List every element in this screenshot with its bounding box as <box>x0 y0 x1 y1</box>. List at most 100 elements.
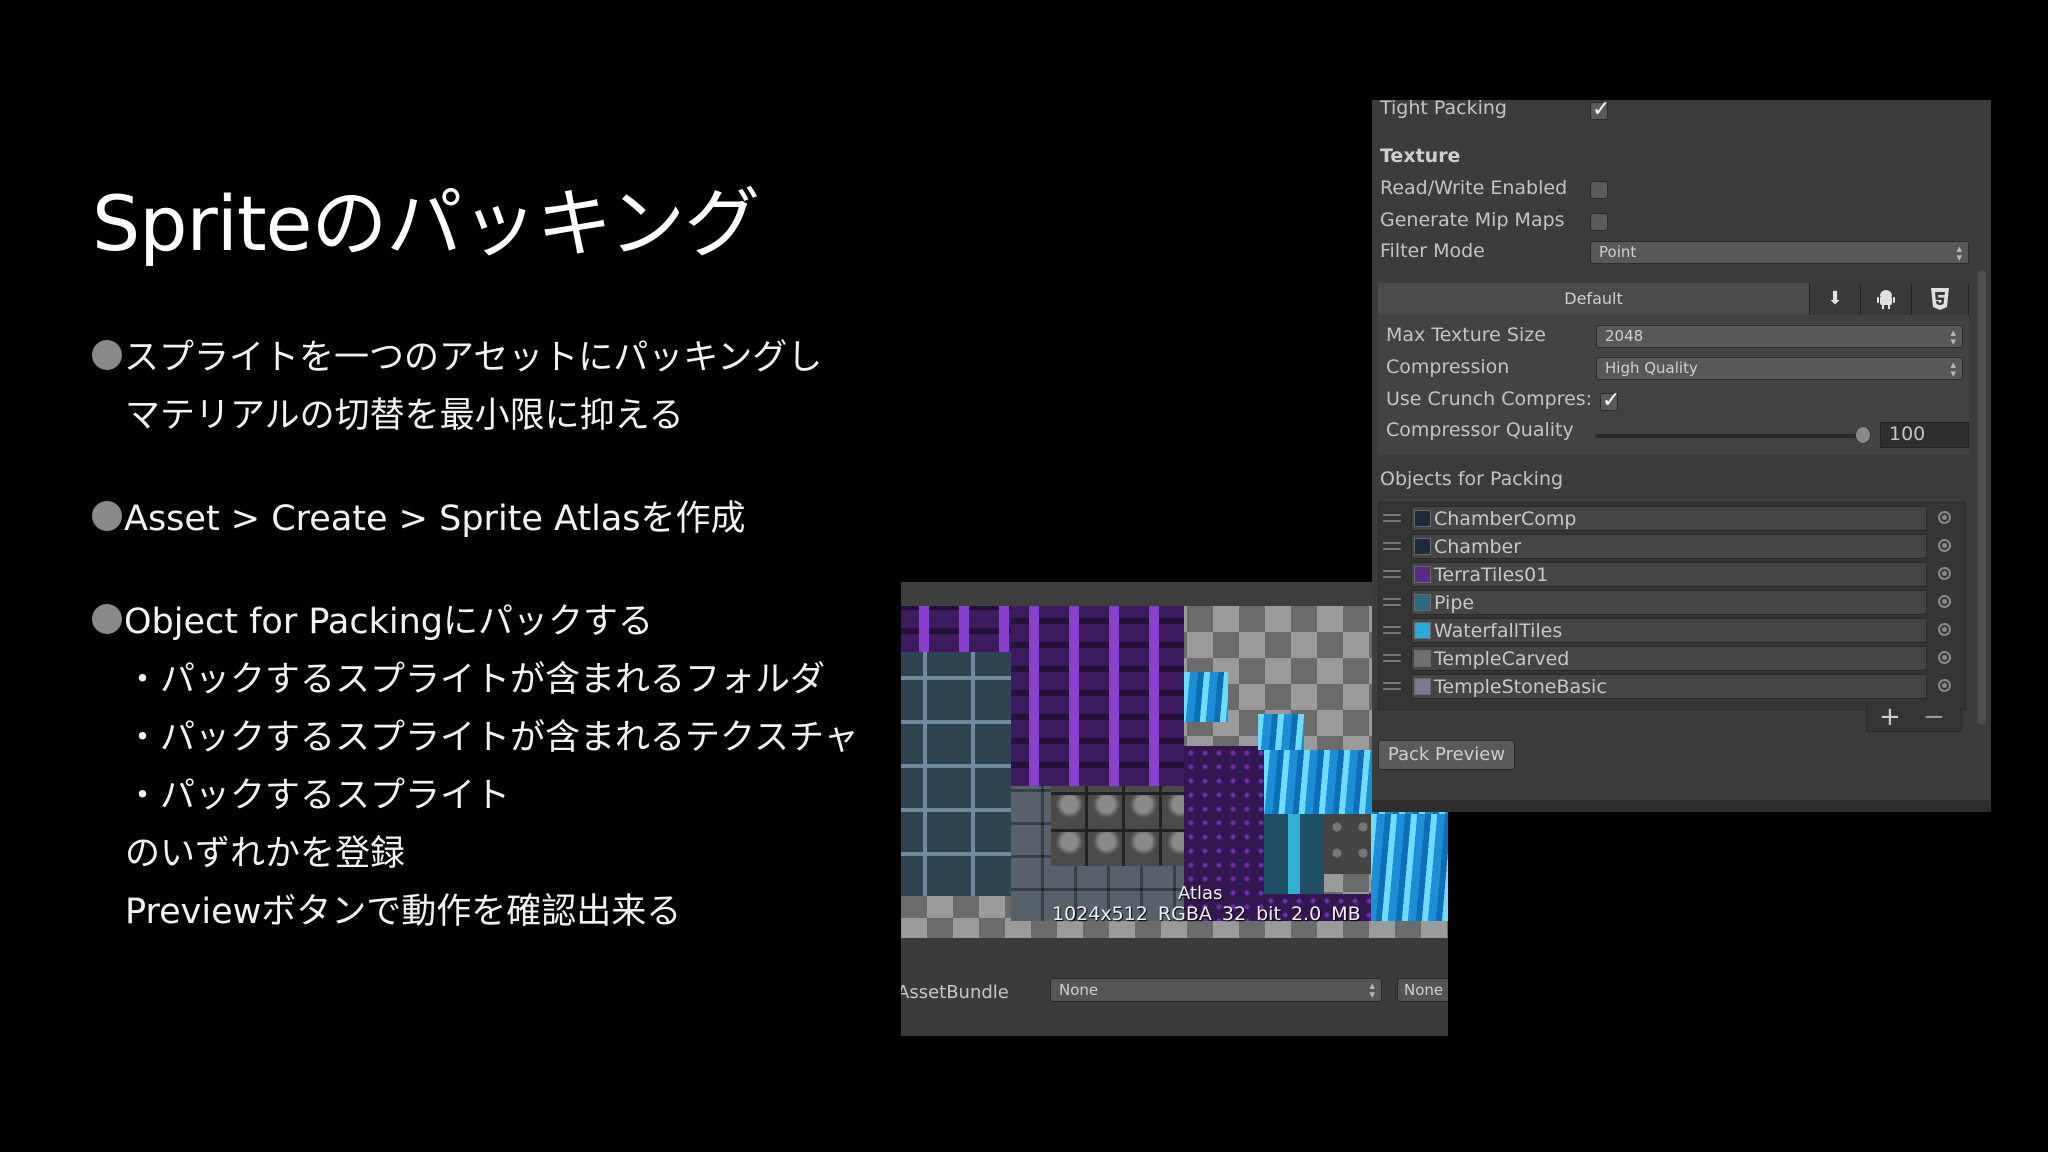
assetbundle-select[interactable]: None ▴ ▾ <box>1050 978 1382 1002</box>
sprite-atlas-inspector: Tight Packing Texture Read/Write Enabled… <box>1372 100 1991 812</box>
object-name: ChamberComp <box>1434 508 1577 530</box>
assetbundle-value: None <box>1059 981 1099 999</box>
objects-for-packing-list: ChamberComp Chamber TerraTiles01 Pipe Wa… <box>1378 502 1966 710</box>
list-item[interactable]: Pipe <box>1379 588 1965 616</box>
object-field[interactable]: TerraTiles01 <box>1411 562 1927 587</box>
drag-handle-icon[interactable] <box>1383 598 1401 606</box>
atlas-preview-panel: Atlas 1024x512 RGBA 32 bit 2.0 MB AssetB… <box>901 582 1448 1036</box>
compressor-quality-label: Compressor Quality <box>1386 419 1574 441</box>
remove-object-button[interactable]: − <box>1923 702 1945 732</box>
object-field[interactable]: TempleCarved <box>1411 646 1927 671</box>
list-item[interactable]: TempleCarved <box>1379 644 1965 672</box>
note-line-1: のいずれかを登録 <box>125 834 406 874</box>
bullet-1-line-2: マテリアルの切替を最小限に抑える <box>125 396 684 436</box>
select-arrows-icon: ▴ ▾ <box>1369 979 1375 1001</box>
object-field[interactable]: TempleStoneBasic <box>1411 674 1927 699</box>
texture-icon <box>1414 678 1431 695</box>
bullet-dot <box>92 604 122 634</box>
filter-mode-label: Filter Mode <box>1380 240 1485 262</box>
atlas-label: Atlas <box>1178 883 1223 904</box>
tile-waterfall-top <box>1258 714 1304 750</box>
object-field[interactable]: Pipe <box>1411 590 1927 615</box>
texture-icon <box>1414 538 1431 555</box>
drag-handle-icon[interactable] <box>1383 682 1401 690</box>
drag-handle-icon[interactable] <box>1383 570 1401 578</box>
atlas-preview-image <box>901 606 1448 938</box>
object-field[interactable]: Chamber <box>1411 534 1927 559</box>
note-line-2: Previewボタンで動作を確認出来る <box>125 892 682 932</box>
add-object-button[interactable]: + <box>1879 702 1901 732</box>
list-item[interactable]: WaterfallTiles <box>1379 616 1965 644</box>
compressor-quality-field[interactable]: 100 <box>1880 422 1969 448</box>
bullet-dot <box>92 501 122 531</box>
use-crunch-label: Use Crunch Compres: <box>1386 388 1593 410</box>
object-field[interactable]: WaterfallTiles <box>1411 618 1927 643</box>
object-name: Chamber <box>1434 536 1522 558</box>
object-name: TempleCarved <box>1434 648 1570 670</box>
compression-dropdown[interactable]: High Quality ▴ ▾ <box>1596 357 1963 380</box>
texture-icon <box>1414 650 1431 667</box>
texture-icon <box>1414 510 1431 527</box>
bullet-3-text: Object for Packingにパックする <box>124 602 653 642</box>
read-write-checkbox[interactable] <box>1590 181 1608 199</box>
texture-icon <box>1414 594 1431 611</box>
drag-handle-icon[interactable] <box>1383 654 1401 662</box>
inspector-scrollbar[interactable] <box>1978 270 1986 725</box>
read-write-label: Read/Write Enabled <box>1380 177 1568 199</box>
tile-purple-top <box>901 606 1011 652</box>
bullet-2: Asset > Create > Sprite Atlasを作成 <box>92 490 746 548</box>
tight-packing-checkbox[interactable] <box>1590 100 1610 122</box>
tile-chamber <box>1324 814 1371 874</box>
assetbundle-variant-select[interactable]: None <box>1397 978 1448 1002</box>
html5-icon[interactable] <box>1912 283 1969 315</box>
object-picker-icon[interactable] <box>1938 623 1951 636</box>
tile-temple-carved <box>1051 786 1184 866</box>
bullet-2-text: Asset > Create > Sprite Atlasを作成 <box>124 499 746 539</box>
mipmaps-label: Generate Mip Maps <box>1380 209 1565 231</box>
platform-tabs: Default ⬇ <box>1378 283 1969 315</box>
filter-mode-value: Point <box>1599 243 1637 261</box>
object-picker-icon[interactable] <box>1938 595 1951 608</box>
android-icon[interactable] <box>1861 283 1912 315</box>
drag-handle-icon[interactable] <box>1383 626 1401 634</box>
texture-icon <box>1414 566 1431 583</box>
download-icon[interactable]: ⬇ <box>1810 283 1861 315</box>
tile-purple-wall <box>1011 606 1184 786</box>
tab-default[interactable]: Default <box>1378 283 1810 315</box>
list-footer: + − <box>1866 702 1962 732</box>
drag-handle-icon[interactable] <box>1383 514 1401 522</box>
list-item[interactable]: ChamberComp <box>1379 504 1965 532</box>
max-texture-size-value: 2048 <box>1605 327 1644 345</box>
object-picker-icon[interactable] <box>1938 679 1951 692</box>
preview-header-strip <box>901 582 1448 606</box>
tile-waterfall-small <box>1184 672 1228 722</box>
max-texture-size-dropdown[interactable]: 2048 ▴ ▾ <box>1596 325 1963 348</box>
object-picker-icon[interactable] <box>1938 511 1951 524</box>
select-arrows-icon: ▴ ▾ <box>1956 242 1962 264</box>
object-name: TerraTiles01 <box>1434 564 1549 586</box>
object-name: WaterfallTiles <box>1434 620 1563 642</box>
atlas-info: 1024x512 RGBA 32 bit 2.0 MB <box>1052 903 1361 925</box>
object-picker-icon[interactable] <box>1938 539 1951 552</box>
texture-header: Texture <box>1380 145 1461 167</box>
use-crunch-checkbox[interactable] <box>1600 388 1620 413</box>
filter-mode-dropdown[interactable]: Point ▴ ▾ <box>1590 241 1969 264</box>
select-arrows-icon: ▴ ▾ <box>1950 326 1956 348</box>
pack-preview-button[interactable]: Pack Preview <box>1378 740 1515 770</box>
compressor-quality-slider-knob[interactable] <box>1855 426 1871 444</box>
assetbundle-variant-value: None <box>1404 981 1444 999</box>
compressor-quality-slider-track[interactable] <box>1595 434 1863 438</box>
object-field[interactable]: ChamberComp <box>1411 506 1927 531</box>
tile-pipe <box>1264 814 1324 894</box>
tight-packing-label: Tight Packing <box>1380 100 1507 119</box>
list-item[interactable]: TerraTiles01 <box>1379 560 1965 588</box>
objects-for-packing-header: Objects for Packing <box>1380 468 1564 490</box>
mipmaps-checkbox[interactable] <box>1590 213 1608 231</box>
select-arrows-icon: ▴ ▾ <box>1950 358 1956 380</box>
object-picker-icon[interactable] <box>1938 651 1951 664</box>
texture-icon <box>1414 622 1431 639</box>
list-item[interactable]: Chamber <box>1379 532 1965 560</box>
object-picker-icon[interactable] <box>1938 567 1951 580</box>
list-item[interactable]: TempleStoneBasic <box>1379 672 1965 700</box>
drag-handle-icon[interactable] <box>1383 542 1401 550</box>
